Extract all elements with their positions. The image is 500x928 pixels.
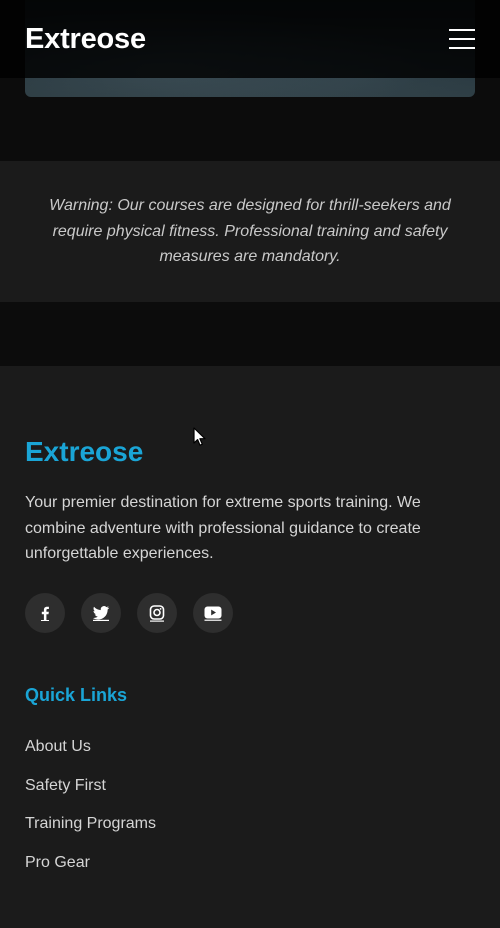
site-footer: Extreose Your premier destination for ex… xyxy=(0,366,500,928)
menu-line xyxy=(449,38,475,40)
section-spacer xyxy=(0,302,500,366)
warning-banner: Warning: Our courses are designed for th… xyxy=(0,161,500,302)
youtube-button[interactable] xyxy=(193,593,233,633)
site-header: Extreose xyxy=(0,0,500,78)
warning-text: Warning: Our courses are designed for th… xyxy=(49,197,451,266)
mouse-cursor-icon xyxy=(193,427,206,446)
menu-line xyxy=(449,29,475,31)
quick-links-list: About Us Safety First Training Programs … xyxy=(25,737,156,892)
quick-link-about-us[interactable]: About Us xyxy=(25,737,156,776)
menu-line xyxy=(449,47,475,49)
quick-link-pro-gear[interactable]: Pro Gear xyxy=(25,853,156,892)
footer-description: Your premier destination for extreme spo… xyxy=(25,494,421,562)
quick-link-training-programs[interactable]: Training Programs xyxy=(25,814,156,853)
footer-brand: Extreose xyxy=(25,436,144,467)
facebook-button[interactable] xyxy=(25,593,65,633)
hamburger-menu-icon[interactable] xyxy=(449,29,475,49)
twitter-icon xyxy=(93,606,110,621)
facebook-icon xyxy=(41,606,49,621)
youtube-icon xyxy=(204,606,222,621)
quick-link-safety-first[interactable]: Safety First xyxy=(25,776,156,815)
page: Extreose Warning: Our courses are design… xyxy=(0,0,500,928)
instagram-button[interactable] xyxy=(137,593,177,633)
twitter-button[interactable] xyxy=(81,593,121,633)
header-brand-logo[interactable]: Extreose xyxy=(25,23,146,56)
social-links xyxy=(25,593,233,633)
instagram-icon xyxy=(149,604,165,622)
quick-links-heading: Quick Links xyxy=(25,685,128,705)
